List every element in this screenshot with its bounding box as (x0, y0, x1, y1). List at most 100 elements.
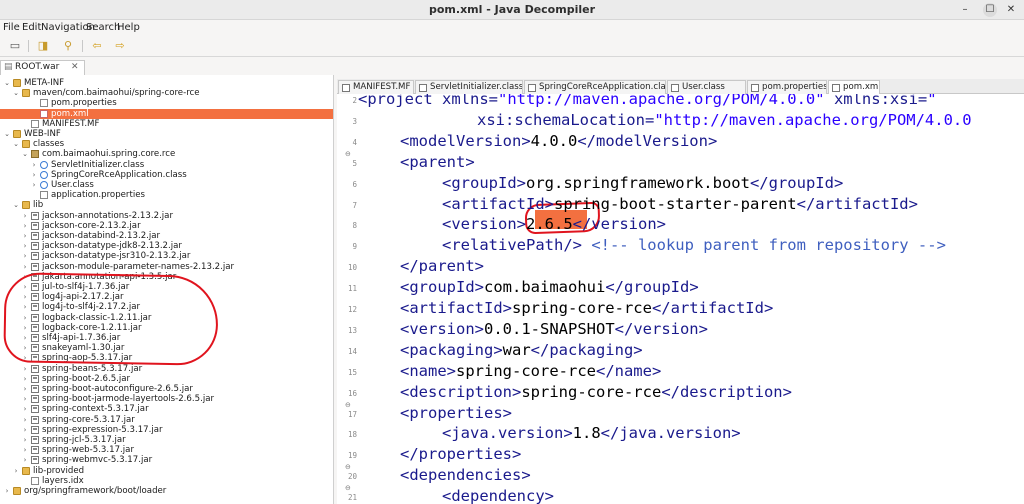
tree-item[interactable]: › spring-web-5.3.17.jar (0, 445, 333, 455)
tree-item[interactable]: ⌄ classes (0, 139, 333, 149)
chevron-right-icon[interactable]: › (21, 241, 29, 251)
tree-item[interactable]: › ServletInitializer.class (0, 160, 333, 170)
tree-item[interactable]: › jackson-databind-2.13.2.jar (0, 231, 333, 241)
tree-item[interactable]: › spring-boot-2.6.5.jar (0, 374, 333, 384)
editor-tab[interactable]: User.class (667, 80, 746, 94)
chevron-down-icon[interactable]: ⌄ (21, 149, 29, 159)
tree-item[interactable]: › jackson-datatype-jdk8-2.13.2.jar (0, 241, 333, 251)
line-number: 18 (347, 430, 357, 440)
close-icon[interactable]: ✕ (71, 62, 79, 72)
chevron-right-icon[interactable]: › (30, 180, 38, 190)
tree-item-label: spring-jcl-5.3.17.jar (42, 435, 126, 445)
editor-tab[interactable]: MANIFEST.MF (338, 80, 414, 94)
search-icon[interactable]: ⚲ (61, 39, 75, 53)
chevron-right-icon[interactable]: › (21, 394, 29, 404)
tree-item[interactable]: › org/springframework/boot/loader (0, 486, 333, 496)
tree-item[interactable]: ⌄ META-INF (0, 78, 333, 88)
tree-item[interactable]: ⌄ maven/com.baimaohui/spring-core-rce (0, 88, 333, 98)
code-token: </java.version> (600, 424, 741, 443)
editor-tab[interactable]: SpringCoreRceApplication.class (524, 80, 666, 94)
editor-tab-label: SpringCoreRceApplication.class (539, 82, 666, 92)
tree-item[interactable]: › User.class (0, 180, 333, 190)
maximize-button[interactable]: ☐ (983, 3, 997, 17)
tree-item[interactable]: ⌄ WEB-INF (0, 129, 333, 139)
tree-item[interactable]: › spring-jcl-5.3.17.jar (0, 435, 333, 445)
chevron-right-icon[interactable]: › (21, 445, 29, 455)
fold-toggle-icon[interactable]: ⊖ (345, 484, 351, 492)
open-file-icon[interactable]: ▭ (8, 39, 22, 53)
tree-item[interactable]: pom.properties (0, 98, 333, 108)
chevron-right-icon[interactable]: › (30, 160, 38, 170)
tree-item[interactable]: layers.idx (0, 476, 333, 486)
fold-toggle-icon[interactable]: ⊖ (345, 401, 351, 409)
fold-toggle-icon[interactable]: ⊖ (345, 463, 351, 471)
tree-item[interactable]: › lib-provided (0, 466, 333, 476)
tree-item[interactable]: › spring-webmvc-5.3.17.jar (0, 455, 333, 465)
tree-item[interactable]: › spring-beans-5.3.17.jar (0, 364, 333, 374)
chevron-down-icon[interactable]: ⌄ (12, 88, 20, 98)
open-type-icon[interactable]: ◨ (36, 39, 50, 53)
tree-item[interactable]: › jackson-annotations-2.13.2.jar (0, 211, 333, 221)
tree-item[interactable]: › SpringCoreRceApplication.class (0, 170, 333, 180)
tree-item[interactable]: pom.xml (0, 108, 333, 119)
editor-tab[interactable]: pom.properties (747, 80, 827, 94)
code-line: <relativePath/> <!-- lookup parent from … (442, 236, 946, 254)
chevron-right-icon[interactable]: › (21, 262, 29, 272)
tree-item[interactable]: › spring-core-5.3.17.jar (0, 415, 333, 425)
tree-item[interactable]: › jackson-module-parameter-names-2.13.2.j… (0, 261, 333, 272)
close-button[interactable]: ✕ (1004, 3, 1018, 17)
menu-file[interactable]: File (3, 22, 20, 33)
tree-item[interactable]: application.properties (0, 190, 333, 200)
chevron-right-icon[interactable]: › (21, 251, 29, 261)
line-number: 19 (347, 451, 357, 461)
class-icon (40, 170, 48, 179)
chevron-down-icon[interactable]: ⌄ (12, 139, 20, 149)
menu-help[interactable]: Help (117, 22, 140, 33)
chevron-right-icon[interactable]: › (21, 221, 29, 231)
chevron-right-icon[interactable]: › (21, 435, 29, 445)
minimize-button[interactable]: – (958, 3, 972, 17)
tree-item[interactable]: › jackson-datatype-jsr310-2.13.2.jar (0, 251, 333, 261)
line-number: 12 (347, 305, 357, 314)
tree-item[interactable]: ⌄ com.baimaohui.spring.core.rce (0, 149, 333, 159)
tree-item[interactable]: › spring-expression-5.3.17.jar (0, 425, 333, 435)
forward-arrow-icon[interactable]: ⇨ (113, 39, 127, 53)
chevron-right-icon[interactable]: › (21, 455, 29, 465)
tree-item[interactable]: › spring-boot-autoconfigure-2.6.5.jar (0, 384, 333, 394)
back-arrow-icon[interactable]: ⇦ (90, 39, 104, 53)
menu-search[interactable]: Search (86, 22, 120, 33)
chevron-right-icon[interactable]: › (21, 404, 29, 414)
chevron-right-icon[interactable]: › (21, 231, 29, 241)
chevron-down-icon[interactable]: ⌄ (3, 129, 11, 139)
chevron-right-icon[interactable]: › (30, 170, 38, 180)
fold-toggle-icon[interactable]: ⊖ (345, 150, 351, 158)
chevron-right-icon[interactable]: › (21, 425, 29, 435)
tree-item[interactable]: › spring-boot-jarmode-layertools-2.6.5.ja… (0, 394, 333, 404)
code-line: <description>spring-core-rce</descriptio… (400, 383, 792, 401)
chevron-right-icon[interactable]: › (21, 211, 29, 221)
folder-icon (22, 89, 30, 98)
menu-edit[interactable]: Edit (22, 22, 41, 33)
tree-item-label: jackson-module-parameter-names-2.13.2.ja… (42, 261, 235, 272)
line-number: 10 (347, 263, 357, 273)
code-editor[interactable]: 2 <project xmlns="http://maven.apache.org… (337, 94, 1024, 504)
editor-tab[interactable]: ServletInitializer.class (415, 80, 523, 94)
chevron-right-icon[interactable]: › (21, 415, 29, 425)
menu-bar: File Edit Navigation Search Help (0, 20, 1024, 35)
chevron-right-icon[interactable]: › (21, 374, 29, 384)
tree-item[interactable]: ⌄ lib (0, 200, 333, 210)
chevron-right-icon[interactable]: › (12, 466, 20, 476)
jar-icon (31, 374, 39, 383)
chevron-down-icon[interactable]: ⌄ (3, 78, 11, 88)
chevron-down-icon[interactable]: ⌄ (12, 200, 20, 210)
tree-item[interactable]: MANIFEST.MF (0, 119, 333, 129)
chevron-right-icon[interactable]: › (21, 364, 29, 374)
editor-tab[interactable]: pom.xml (828, 80, 880, 94)
tree-item[interactable]: › spring-context-5.3.17.jar (0, 404, 333, 414)
tab-root-war[interactable]: ▤ ROOT.war ✕ (0, 60, 85, 75)
chevron-right-icon[interactable]: › (21, 384, 29, 394)
code-token: <groupId> (442, 173, 526, 192)
chevron-right-icon[interactable]: › (3, 486, 11, 496)
folder-icon (22, 140, 30, 149)
tree-item[interactable]: › jackson-core-2.13.2.jar (0, 221, 333, 231)
